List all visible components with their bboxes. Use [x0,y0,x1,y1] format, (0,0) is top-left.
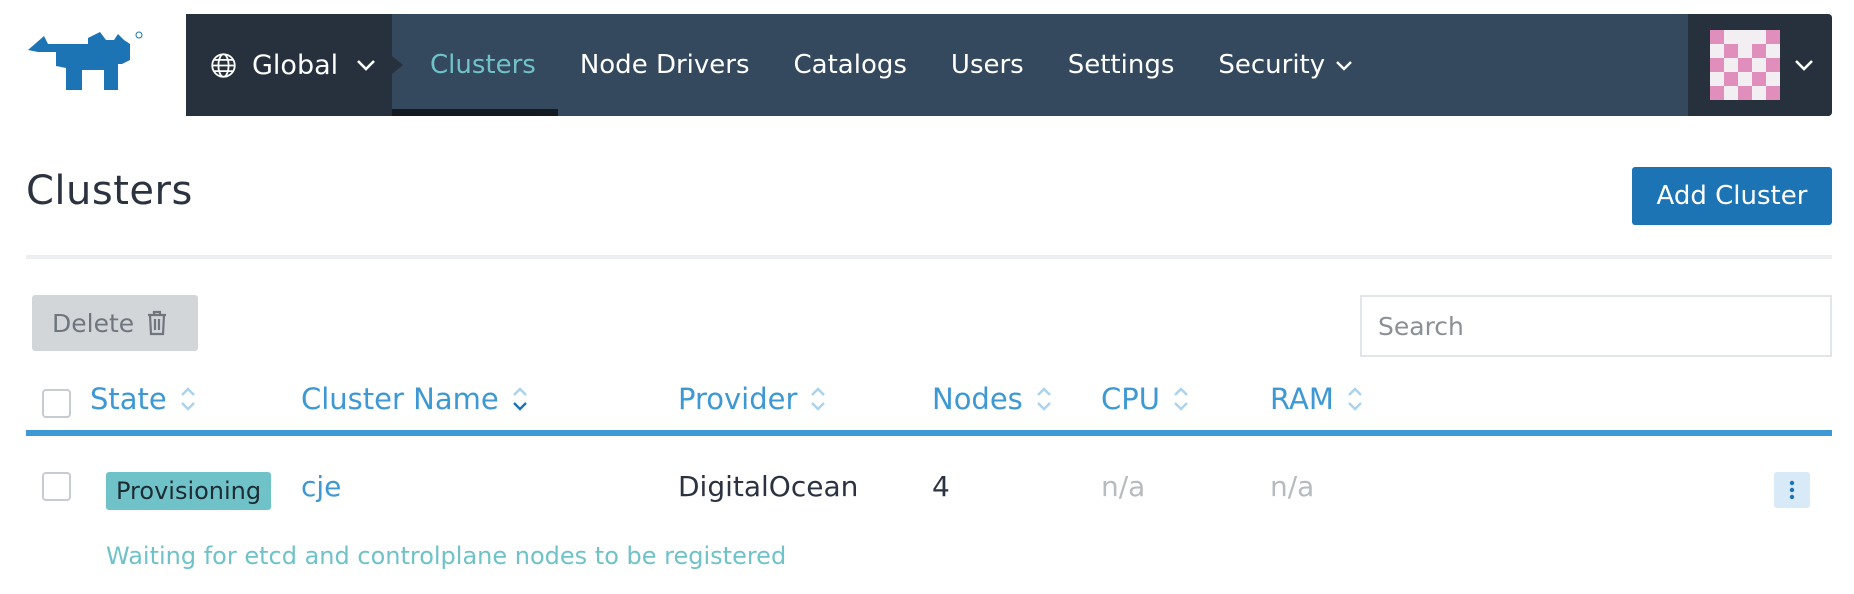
avatar-pixel [1766,44,1780,58]
trash-icon [146,310,168,336]
nav-item-security[interactable]: Security [1196,14,1375,116]
row-checkbox[interactable] [42,472,71,501]
header-divider [26,255,1832,259]
avatar-pixel [1724,30,1738,44]
search-input[interactable] [1360,295,1832,357]
main-nav: Clusters Node Drivers Catalogs Users Set… [392,14,1375,116]
nav-item-node-drivers[interactable]: Node Drivers [558,14,772,116]
avatar-pixel [1710,44,1724,58]
avatar [1710,30,1780,100]
column-header-cpu[interactable]: CPU [1101,382,1190,416]
nav-item-security-label: Security [1218,50,1326,80]
column-header-label: Nodes [932,382,1023,416]
avatar-pixel [1738,58,1752,72]
avatar-pixel [1724,44,1738,58]
column-header-label: Provider [678,382,798,416]
chevron-down-icon [1794,59,1814,71]
avatar-pixel [1752,30,1766,44]
avatar-pixel [1738,44,1752,58]
sort-icon [179,384,197,414]
sort-descending-icon [511,384,529,414]
user-menu[interactable] [1688,14,1832,116]
scope-label: Global [252,49,339,81]
avatar-pixel [1766,30,1780,44]
delete-button[interactable]: Delete [32,295,198,351]
nav-item-users[interactable]: Users [929,14,1046,116]
status-badge: Provisioning [106,472,272,510]
avatar-pixel [1738,72,1752,86]
avatar-pixel [1766,58,1780,72]
sort-icon [1172,384,1190,414]
column-header-state[interactable]: State [90,382,197,416]
provider-cell: DigitalOcean [678,470,859,503]
column-header-label: Cluster Name [301,382,499,416]
rancher-logo[interactable] [26,30,166,96]
delete-button-label: Delete [52,308,135,338]
ram-cell: n/a [1270,470,1315,503]
column-header-ram[interactable]: RAM [1270,382,1364,416]
rancher-cow-logo-icon [28,31,143,90]
table-row: Provisioning cje DigitalOcean 4 n/a n/a [26,442,1832,530]
page-title: Clusters [26,168,193,214]
chevron-down-icon [356,59,376,71]
table-header: State Cluster Name Provider Nodes CPU RA… [26,372,1832,436]
nodes-cell: 4 [932,470,950,503]
column-header-cluster-name[interactable]: Cluster Name [301,382,529,416]
select-all-checkbox[interactable] [42,389,71,418]
avatar-pixel [1710,58,1724,72]
add-cluster-button[interactable]: Add Cluster [1632,167,1832,225]
column-header-label: RAM [1270,382,1334,416]
avatar-pixel [1724,58,1738,72]
cpu-cell: n/a [1101,470,1146,503]
avatar-pixel [1738,86,1752,100]
avatar-pixel [1724,72,1738,86]
avatar-pixel [1710,30,1724,44]
row-status-message: Waiting for etcd and controlplane nodes … [106,542,787,570]
sort-icon [809,384,827,414]
column-header-nodes[interactable]: Nodes [932,382,1053,416]
avatar-pixel [1766,86,1780,100]
column-header-provider[interactable]: Provider [678,382,827,416]
cluster-name-link[interactable]: cje [301,470,341,503]
column-header-label: State [90,382,167,416]
avatar-pixel [1724,86,1738,100]
nav-item-clusters[interactable]: Clusters [392,14,558,116]
row-actions-button[interactable] [1774,472,1810,508]
nav-item-settings[interactable]: Settings [1046,14,1197,116]
globe-icon [210,52,237,79]
avatar-pixel [1752,72,1766,86]
sort-icon [1346,384,1364,414]
avatar-pixel [1710,72,1724,86]
nav-item-catalogs[interactable]: Catalogs [772,14,929,116]
chevron-down-icon [1335,60,1353,71]
sort-icon [1035,384,1053,414]
avatar-pixel [1766,72,1780,86]
avatar-pixel [1738,30,1752,44]
avatar-pixel [1710,86,1724,100]
top-nav-bar: Global Clusters Node Drivers Catalogs Us… [186,14,1832,116]
avatar-pixel [1752,86,1766,100]
kebab-menu-icon [1789,480,1795,500]
scope-selector[interactable]: Global [186,14,392,116]
avatar-pixel [1752,58,1766,72]
avatar-pixel [1752,44,1766,58]
column-header-label: CPU [1101,382,1160,416]
